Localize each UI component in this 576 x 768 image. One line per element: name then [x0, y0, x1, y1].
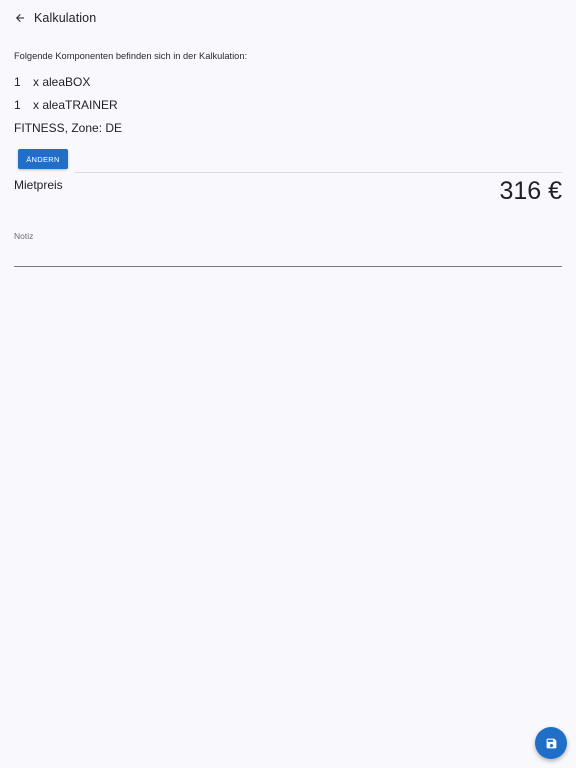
- arrow-left-icon: [16, 14, 24, 22]
- save-icon: [546, 738, 556, 748]
- app-bar: Kalkulation: [0, 0, 576, 36]
- divider: [74, 172, 562, 173]
- component-quantity: 1: [14, 75, 21, 89]
- components-intro: Folgende Komponenten befinden sich in de…: [14, 51, 248, 61]
- component-item: 1 x aleaTRAINER: [14, 98, 118, 112]
- component-name: x aleaBOX: [33, 75, 91, 89]
- change-button[interactable]: ÄNDERN: [18, 149, 68, 169]
- note-label: Notiz: [14, 231, 34, 241]
- note-input[interactable]: [14, 245, 562, 267]
- component-item: 1 x aleaBOX: [14, 75, 90, 89]
- component-quantity: 1: [14, 98, 21, 112]
- kalkulation-screen: Kalkulation Folgende Komponenten befinde…: [0, 0, 576, 768]
- zone-info: FITNESS, Zone: DE: [14, 121, 123, 135]
- component-name: x aleaTRAINER: [33, 98, 118, 112]
- back-button[interactable]: [10, 8, 30, 28]
- save-button[interactable]: [535, 727, 567, 759]
- note-field: Notiz: [14, 231, 562, 269]
- rent-price-label: Mietpreis: [14, 178, 63, 192]
- rent-price-value: 316 €: [499, 177, 562, 205]
- page-title: Kalkulation: [34, 11, 97, 25]
